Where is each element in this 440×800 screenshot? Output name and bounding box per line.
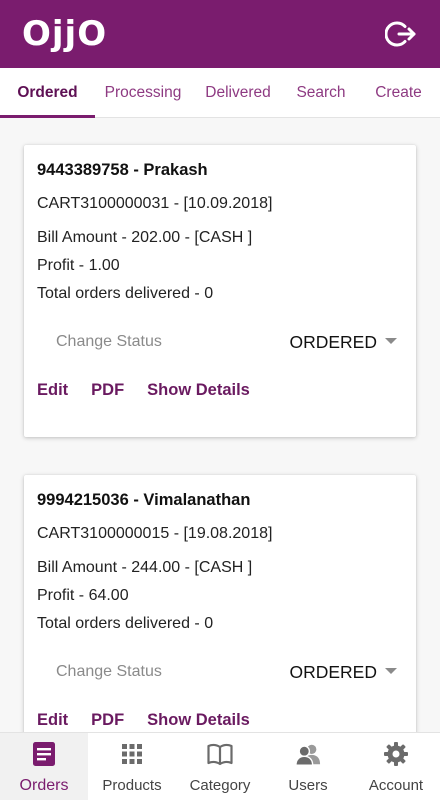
order-card: 9443389758 - Prakash CART3100000031 - [1…: [24, 145, 416, 437]
orders-icon: [31, 741, 57, 767]
order-bill-amount: Bill Amount - 244.00 - [CASH ]: [37, 559, 253, 576]
users-icon: [295, 741, 321, 767]
tab-create-label: Create: [375, 83, 422, 101]
change-status-row: Change Status ORDERED: [37, 657, 403, 687]
order-profit: Profit - 64.00: [37, 587, 129, 604]
status-dropdown[interactable]: ORDERED: [289, 332, 397, 353]
app-screen: OjjO Ordered Processing Delivered Search…: [0, 0, 440, 800]
dropdown-caret-icon: [385, 337, 397, 344]
change-status-row: Change Status ORDERED: [37, 327, 403, 357]
order-status-tabs: Ordered Processing Delivered Search Crea…: [0, 68, 440, 118]
order-total-delivered: Total orders delivered - 0: [37, 285, 214, 302]
order-actions: Edit PDF Show Details: [37, 381, 403, 400]
status-value: ORDERED: [289, 661, 377, 682]
bottom-navigation: Orders Products Category Users Account: [0, 732, 440, 800]
nav-category-label: Category: [189, 777, 251, 794]
show-details-button[interactable]: Show Details: [147, 711, 250, 730]
nav-users-label: Users: [288, 777, 328, 794]
nav-users[interactable]: Users: [264, 733, 352, 800]
order-cart-id: CART3100000031 - [10.09.2018]: [37, 195, 273, 212]
edit-button[interactable]: Edit: [37, 711, 68, 730]
tab-ordered[interactable]: Ordered: [0, 68, 95, 118]
change-status-label: Change Status: [56, 663, 162, 680]
tab-search[interactable]: Search: [285, 68, 357, 117]
order-total-delivered: Total orders delivered - 0: [37, 615, 214, 632]
show-details-button[interactable]: Show Details: [147, 381, 250, 400]
status-dropdown[interactable]: ORDERED: [289, 662, 397, 683]
nav-orders-label: Orders: [19, 777, 69, 794]
order-customer: 9994215036 - Vimalanathan: [37, 491, 251, 509]
order-actions: Edit PDF Show Details: [37, 711, 403, 730]
tab-delivered[interactable]: Delivered: [191, 68, 285, 117]
dropdown-caret-icon: [385, 667, 397, 674]
order-profit: Profit - 1.00: [37, 257, 120, 274]
tab-search-label: Search: [296, 83, 346, 101]
pdf-button[interactable]: PDF: [91, 711, 124, 730]
nav-orders[interactable]: Orders: [0, 733, 88, 800]
nav-account-label: Account: [368, 777, 424, 794]
app-bar: OjjO: [0, 0, 440, 68]
order-bill-amount: Bill Amount - 202.00 - [CASH ]: [37, 229, 253, 246]
book-icon: [207, 741, 233, 767]
nav-products[interactable]: Products: [88, 733, 176, 800]
nav-account[interactable]: Account: [352, 733, 440, 800]
tab-processing[interactable]: Processing: [95, 68, 191, 117]
order-customer: 9443389758 - Prakash: [37, 161, 208, 179]
gear-icon: [383, 741, 409, 767]
orders-list[interactable]: 9443389758 - Prakash CART3100000031 - [1…: [0, 119, 440, 732]
tab-delivered-label: Delivered: [205, 83, 271, 101]
logout-icon[interactable]: [384, 17, 418, 51]
order-card: 9994215036 - Vimalanathan CART3100000015…: [24, 475, 416, 732]
nav-products-label: Products: [102, 777, 162, 794]
order-cart-id: CART3100000015 - [19.08.2018]: [37, 525, 273, 542]
edit-button[interactable]: Edit: [37, 381, 68, 400]
tab-processing-label: Processing: [104, 83, 182, 101]
grid-icon: [119, 741, 145, 767]
status-value: ORDERED: [289, 331, 377, 352]
nav-category[interactable]: Category: [176, 733, 264, 800]
tab-create[interactable]: Create: [357, 68, 440, 117]
app-logo: OjjO: [22, 14, 108, 54]
pdf-button[interactable]: PDF: [91, 381, 124, 400]
tab-ordered-label: Ordered: [17, 83, 78, 101]
change-status-label: Change Status: [56, 333, 162, 350]
